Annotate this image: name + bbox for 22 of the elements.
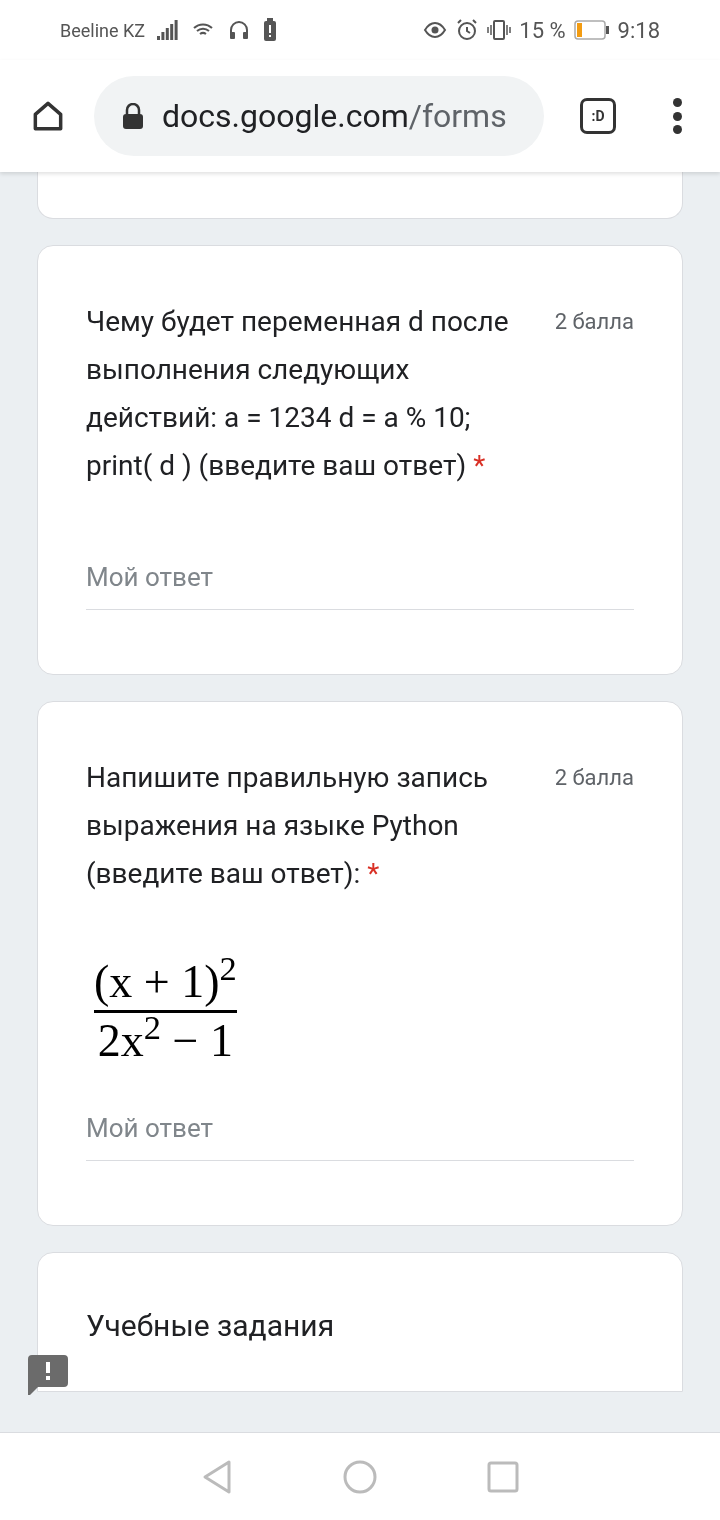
question-text: Чему будет переменная d после выполнения следующих действий: a = 1234 d = a % 10; print( d ) (введите ваш ответ) * <box>86 304 510 484</box>
battery-alert-icon <box>263 18 278 42</box>
points-label: 2 балла <box>554 764 634 792</box>
battery-icon <box>573 20 610 40</box>
url-text: docs.google.com/forms <box>162 96 507 137</box>
carrier-label: Beeline KZ <box>60 18 146 43</box>
lock-icon <box>122 103 144 129</box>
signal-icon <box>157 20 180 40</box>
question-text: Напишите правильную запись выражения на языке Python (введите ваш ответ): * <box>86 760 489 892</box>
formula-image: (x + 1)$^{2}$ 2x$^{2}$ − 1 <box>94 954 237 1068</box>
home-nav-button[interactable] <box>343 1459 377 1494</box>
answer-field[interactable]: Мой ответ <box>86 1109 634 1161</box>
clock-time: 9:18 <box>617 16 660 45</box>
back-button[interactable] <box>201 1458 233 1495</box>
answer-field[interactable]: Мой ответ <box>86 558 634 610</box>
battery-percent: 15 % <box>519 16 566 45</box>
points-label: 2 балла <box>554 308 634 336</box>
tab-switcher-button[interactable]: :D <box>580 98 616 134</box>
section-title: Учебные задания <box>86 1307 336 1345</box>
vibrate-icon <box>487 18 512 42</box>
recents-button[interactable] <box>487 1460 519 1493</box>
address-bar[interactable]: docs.google.com/forms <box>94 76 544 156</box>
